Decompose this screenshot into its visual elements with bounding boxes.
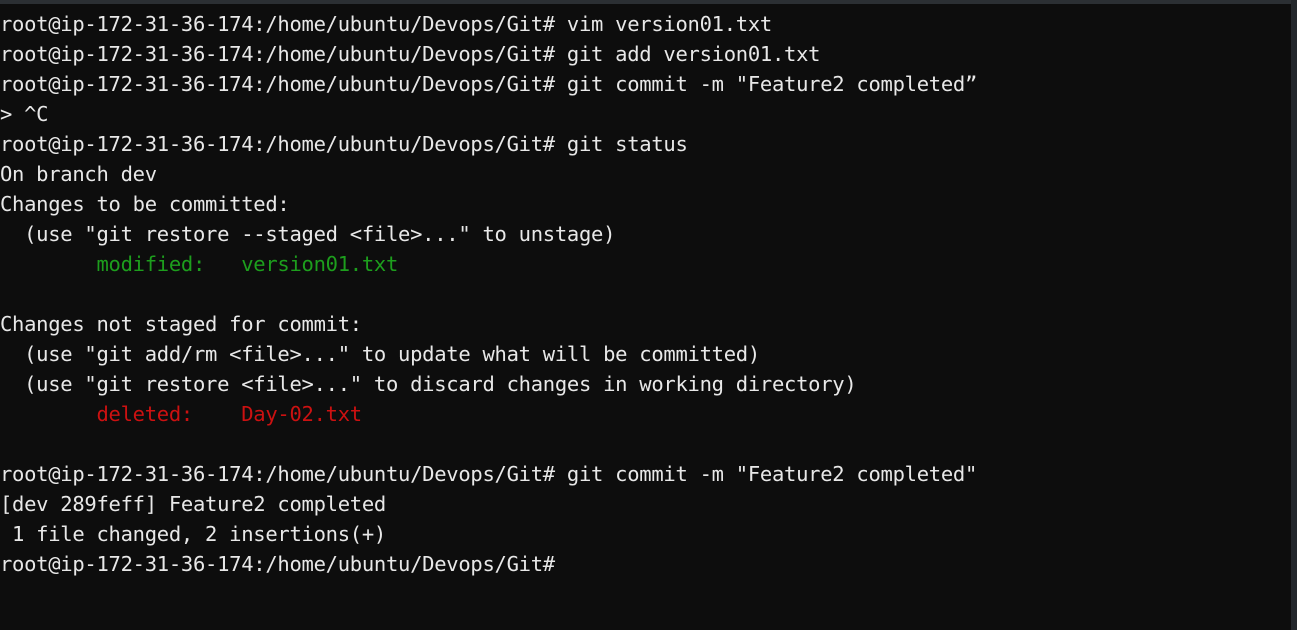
terminal-text-segment: Changes to be committed: (0, 192, 290, 216)
terminal-window[interactable]: root@ip-172-31-36-174:/home/ubuntu/Devop… (0, 0, 1297, 630)
terminal-text-segment: root@ip-172-31-36-174:/home/ubuntu/Devop… (0, 132, 688, 156)
terminal-line: deleted: Day-02.txt (0, 399, 1291, 429)
terminal-line: > ^C (0, 99, 1291, 129)
terminal-line: 1 file changed, 2 insertions(+) (0, 519, 1291, 549)
window-right-edge (1291, 0, 1297, 630)
terminal-line: (use "git restore <file>..." to discard … (0, 369, 1291, 399)
terminal-text-segment: (use "git restore <file>..." to discard … (0, 372, 857, 396)
terminal-text-segment: root@ip-172-31-36-174:/home/ubuntu/Devop… (0, 552, 555, 576)
terminal-text-segment: On branch dev (0, 162, 157, 186)
terminal-text-segment: Changes not staged for commit: (0, 312, 362, 336)
terminal-line: root@ip-172-31-36-174:/home/ubuntu/Devop… (0, 39, 1291, 69)
terminal-line: root@ip-172-31-36-174:/home/ubuntu/Devop… (0, 129, 1291, 159)
terminal-line: root@ip-172-31-36-174:/home/ubuntu/Devop… (0, 9, 1291, 39)
terminal-text-segment: modified: version01.txt (0, 252, 399, 276)
terminal-text-segment: > ^C (0, 102, 49, 126)
terminal-text-segment: 1 file changed, 2 insertions(+) (0, 522, 386, 546)
terminal-line: root@ip-172-31-36-174:/home/ubuntu/Devop… (0, 549, 1291, 579)
terminal-line: root@ip-172-31-36-174:/home/ubuntu/Devop… (0, 459, 1291, 489)
terminal-text-segment: [dev 289feff] Feature2 completed (0, 492, 386, 516)
terminal-text-segment: root@ip-172-31-36-174:/home/ubuntu/Devop… (0, 462, 978, 486)
terminal-text-segment: root@ip-172-31-36-174:/home/ubuntu/Devop… (0, 12, 772, 36)
terminal-text-segment: root@ip-172-31-36-174:/home/ubuntu/Devop… (0, 42, 821, 66)
terminal-line: modified: version01.txt (0, 249, 1291, 279)
terminal-text-segment: (use "git restore --staged <file>..." to… (0, 222, 616, 246)
terminal-line: Changes to be committed: (0, 189, 1291, 219)
terminal-line: (use "git add/rm <file>..." to update wh… (0, 339, 1291, 369)
terminal-text-segment: (use "git add/rm <file>..." to update wh… (0, 342, 760, 366)
terminal-output-area[interactable]: root@ip-172-31-36-174:/home/ubuntu/Devop… (0, 4, 1291, 630)
terminal-line: On branch dev (0, 159, 1291, 189)
terminal-line: (use "git restore --staged <file>..." to… (0, 219, 1291, 249)
terminal-text-segment: deleted: Day-02.txt (0, 402, 362, 426)
terminal-line: [dev 289feff] Feature2 completed (0, 489, 1291, 519)
terminal-text-segment: root@ip-172-31-36-174:/home/ubuntu/Devop… (0, 72, 978, 96)
terminal-line: Changes not staged for commit: (0, 309, 1291, 339)
terminal-line: root@ip-172-31-36-174:/home/ubuntu/Devop… (0, 69, 1291, 99)
